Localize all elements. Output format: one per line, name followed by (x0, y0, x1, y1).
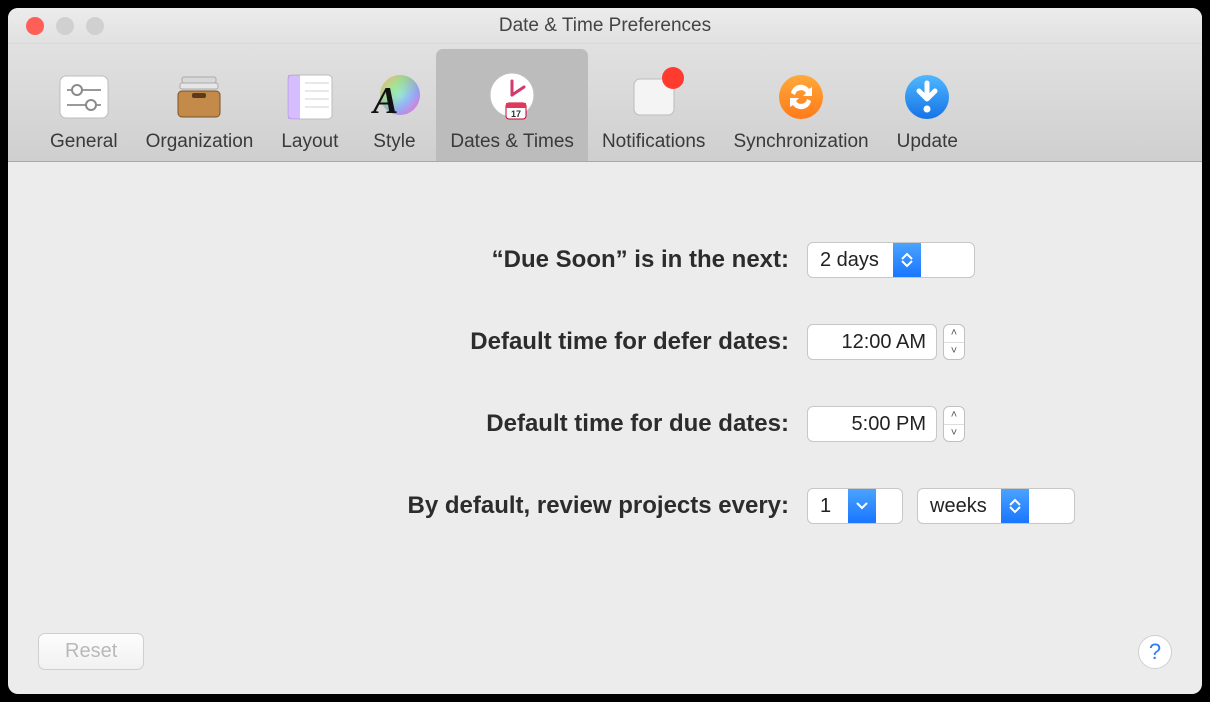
tab-style[interactable]: A Style (352, 49, 436, 161)
tab-label: Notifications (602, 131, 706, 153)
tab-label: Update (897, 131, 958, 153)
traffic-lights (8, 17, 104, 35)
chevron-down-icon: ˅ (944, 425, 964, 442)
updown-arrows-icon (1001, 489, 1029, 523)
updown-arrows-icon (893, 243, 921, 277)
svg-text:17: 17 (511, 109, 521, 119)
review-unit-popup[interactable]: weeks (917, 488, 1075, 524)
review-unit-value: weeks (918, 495, 1001, 518)
footer: Reset ? (8, 633, 1202, 670)
clock-calendar-icon: 17 (484, 69, 540, 125)
tab-label: Style (373, 131, 415, 153)
settings-form: “Due Soon” is in the next: 2 days Defaul… (135, 242, 1075, 524)
download-icon (899, 69, 955, 125)
due-time-stepper[interactable]: ˄ ˅ (943, 406, 965, 442)
help-button[interactable]: ? (1138, 635, 1172, 669)
tab-label: Synchronization (733, 131, 868, 153)
sliders-icon (56, 69, 112, 125)
tab-organization[interactable]: Organization (132, 49, 268, 161)
tab-general[interactable]: General (36, 49, 132, 161)
preferences-window: Date & Time Preferences General (8, 8, 1202, 694)
layout-columns-icon (282, 69, 338, 125)
notification-icon (626, 69, 682, 125)
due-time-label: Default time for due dates: (135, 410, 789, 438)
chevron-down-icon (848, 489, 876, 523)
review-count-value: 1 (808, 495, 848, 518)
tab-label: Dates & Times (450, 131, 574, 153)
due-soon-label: “Due Soon” is in the next: (135, 246, 789, 274)
tab-update[interactable]: Update (883, 49, 972, 161)
zoom-button[interactable] (86, 17, 104, 35)
tab-layout[interactable]: Layout (267, 49, 352, 161)
close-button[interactable] (26, 17, 44, 35)
due-soon-value: 2 days (808, 249, 893, 272)
toolbar: General Organization (8, 44, 1202, 162)
drawer-icon (171, 69, 227, 125)
review-label: By default, review projects every: (135, 492, 789, 520)
defer-time-input[interactable] (807, 324, 937, 360)
tab-label: Organization (146, 131, 254, 153)
tab-notifications[interactable]: Notifications (588, 49, 720, 161)
svg-text:A: A (371, 80, 398, 121)
review-count-popup[interactable]: 1 (807, 488, 903, 524)
tab-label: General (50, 131, 118, 153)
tab-label: Layout (281, 131, 338, 153)
window-title: Date & Time Preferences (8, 15, 1202, 37)
due-soon-popup[interactable]: 2 days (807, 242, 975, 278)
due-time-input[interactable] (807, 406, 937, 442)
content-pane: “Due Soon” is in the next: 2 days Defaul… (8, 162, 1202, 694)
question-mark-icon: ? (1149, 639, 1161, 665)
reset-button[interactable]: Reset (38, 633, 144, 670)
chevron-down-icon: ˅ (944, 343, 964, 360)
notification-badge-icon (662, 67, 684, 89)
minimize-button[interactable] (56, 17, 74, 35)
style-icon: A (366, 69, 422, 125)
defer-time-label: Default time for defer dates: (135, 328, 789, 356)
titlebar: Date & Time Preferences (8, 8, 1202, 44)
chevron-up-icon: ˄ (944, 325, 964, 343)
tab-dates-times[interactable]: 17 Dates & Times (436, 49, 588, 161)
sync-icon (773, 69, 829, 125)
chevron-up-icon: ˄ (944, 407, 964, 425)
tab-synchronization[interactable]: Synchronization (719, 49, 882, 161)
defer-time-stepper[interactable]: ˄ ˅ (943, 324, 965, 360)
